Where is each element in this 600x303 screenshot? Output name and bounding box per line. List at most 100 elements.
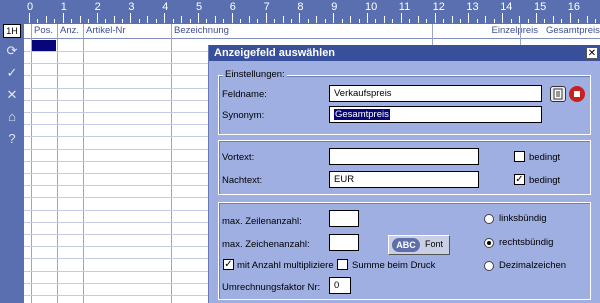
help-icon[interactable]: ? [3,130,21,148]
vortext-field[interactable] [329,148,479,165]
grid-column-line [171,24,172,303]
column-header-artikel-nr[interactable]: Artikel-Nr [84,24,171,38]
ruler-minor-tick [189,19,191,23]
nachtext-label: Nachtext: [222,175,263,186]
align-left-label: linksbündig [499,213,547,224]
ruler-number: 10 [365,1,378,13]
sum-checkbox[interactable] [337,259,348,270]
ruler-minor-tick [138,19,140,23]
synonym-field[interactable]: Gesamtpreis [329,106,542,123]
ruler-number: 1 [60,1,67,13]
ruler-minor-tick [316,16,318,23]
ruler-minor-tick [358,19,360,23]
ruler-tick [130,13,132,23]
ruler-tick [265,13,267,23]
max-lines-field[interactable] [329,210,359,227]
ruler-minor-tick [443,19,445,23]
ruler-minor-tick [88,19,90,23]
ruler-minor-tick [274,19,276,23]
vortext-label: Vortext: [222,152,255,163]
select-display-field-dialog: Anzeigefeld auswählen ✕ Einstellungen: F… [209,45,600,303]
multiply-label: mit Anzahl multipliziere [237,260,334,271]
ruler-minor-tick [172,19,174,23]
document-icon[interactable] [550,86,566,102]
column-header-anz[interactable]: Anz. [58,24,83,38]
ruler-minor-tick [307,19,309,23]
ruler-minor-tick [459,19,461,23]
ruler-number: 3 [128,1,135,13]
ruler-minor-tick [105,19,107,23]
decimal-radio[interactable] [484,261,494,271]
conversion-field[interactable]: 0 [329,277,351,294]
grid-column-line [57,24,58,303]
ruler-number: 2 [94,1,101,13]
ruler-minor-tick [451,16,453,23]
checkmark-icon[interactable]: ✓ [3,64,21,82]
ruler-minor-tick [561,19,563,23]
mode-indicator[interactable]: 1H [3,24,21,38]
ruler-minor-tick [113,16,115,23]
ruler-minor-tick [552,16,554,23]
refresh-icon[interactable]: ⟳ [3,42,21,60]
delete-icon[interactable] [569,86,585,102]
ruler-minor-tick [417,16,419,23]
align-right-radio[interactable] [484,238,494,248]
nachtext-field[interactable]: EUR [329,171,479,188]
ruler-minor-tick [426,19,428,23]
vortext-conditional-label: bedingt [529,152,561,163]
ruler-tick [536,13,537,23]
ruler-minor-tick [392,19,394,23]
max-chars-field[interactable] [329,234,359,251]
synonym-value-selected: Gesamtpreis [334,109,390,120]
ruler-number: 14 [500,1,513,13]
ruler-minor-tick [121,19,123,23]
column-header-gesamtpreis[interactable]: Gesamtpreis [544,24,600,38]
max-chars-label: max. Zeichenanzahl: [222,239,310,250]
ruler-minor-tick [54,19,56,23]
ruler-tick [333,13,335,23]
multiply-checkbox[interactable]: ✓ [223,259,234,270]
cancel-icon[interactable]: ✕ [3,86,21,104]
fieldname-field[interactable]: Verkaufspreis [329,85,542,102]
selected-cell[interactable] [32,40,56,51]
decimal-label: Dezimalzeichen [499,260,567,271]
ruler-number: 7 [263,1,270,13]
ruler-minor-tick [37,19,39,23]
ruler-minor-tick [485,16,487,23]
ruler-minor-tick [282,16,284,23]
ruler-minor-tick [375,19,377,23]
ruler: 0 1 2 3 4 5 6 7 8 9 10 11 12 13 14 15 16 [24,0,600,24]
ruler-tick [434,13,436,23]
ruler-number: 15 [534,1,547,13]
settings-group [218,75,591,135]
ruler-minor-tick [71,19,73,23]
settings-group-label: Einstellungen: [223,69,287,80]
column-header-einzelpreis[interactable]: Einzelpreis [432,24,542,38]
column-header-bezeichnung[interactable]: Bezeichnung [172,24,427,38]
ruler-minor-tick [527,19,529,23]
ruler-tick [231,13,233,23]
align-right-label: rechtsbündig [499,237,554,248]
close-button[interactable]: ✕ [586,47,598,59]
ruler-minor-tick [324,19,326,23]
vortext-conditional-checkbox[interactable] [514,151,525,162]
ruler-tick [468,13,470,23]
ruler-minor-tick [240,19,242,23]
ruler-minor-tick [586,16,588,23]
ruler-number: 9 [331,1,338,13]
align-left-radio[interactable] [484,214,494,224]
ruler-number: 8 [297,1,304,13]
ruler-minor-tick [544,19,546,23]
ruler-minor-tick [510,19,512,23]
ruler-tick [569,13,571,23]
ruler-number: 4 [162,1,169,13]
font-button[interactable]: ABC Font [388,235,450,255]
grid-column-line [31,24,32,303]
ruler-minor-tick [578,19,580,23]
ruler-tick [62,13,64,23]
ruler-number: 16 [567,1,581,13]
column-header-pos[interactable]: Pos. [32,24,57,38]
building-icon[interactable]: ⌂ [3,108,21,126]
ruler-minor-tick [155,19,157,23]
nachtext-conditional-checkbox[interactable]: ✓ [514,174,525,185]
